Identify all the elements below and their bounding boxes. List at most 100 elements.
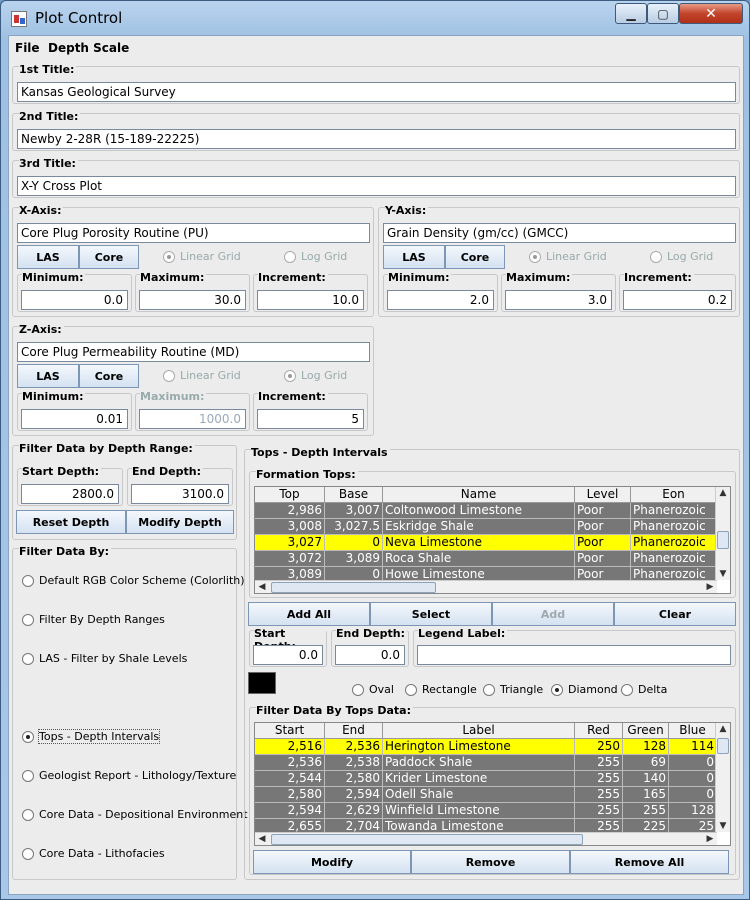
x-axis-name-field[interactable]: Core Plug Porosity Routine (PU): [17, 223, 370, 243]
first-title-field[interactable]: Kansas Geological Survey: [17, 82, 736, 102]
col-red[interactable]: Red: [575, 723, 623, 739]
add-all-button[interactable]: Add All: [248, 602, 370, 626]
scroll-down-icon[interactable]: ▼: [716, 821, 730, 831]
maximize-button[interactable]: ▢: [647, 3, 679, 24]
tops-end-field[interactable]: 0.0: [335, 645, 405, 665]
formation-tops-table[interactable]: Top Base Name Level Eon 2,986 3,007 Colton…: [254, 486, 731, 594]
clear-button[interactable]: Clear: [614, 602, 736, 626]
tops-hscroll-thumb[interactable]: [271, 582, 436, 593]
z-min-field[interactable]: 0.01: [21, 409, 128, 429]
x-core-button[interactable]: Core: [79, 245, 139, 269]
formation-row[interactable]: 3,072 3,089 Roca Shale Poor Phanerozoic: [255, 551, 717, 567]
y-linear-grid-radio[interactable]: Linear Grid: [529, 250, 607, 263]
z-axis-name-field[interactable]: Core Plug Permeability Routine (MD): [17, 342, 370, 362]
y-min-field[interactable]: 2.0: [387, 290, 494, 310]
modify-depth-button[interactable]: Modify Depth: [126, 510, 234, 534]
data-vscroll-thumb[interactable]: [717, 738, 729, 754]
tops-data-row[interactable]: 2,536 2,538 Paddock Shale 255 69 0: [255, 755, 717, 771]
tops-data-row[interactable]: 2,516 2,536 Herington Limestone 250 128 114: [255, 739, 717, 755]
y-axis-name-field[interactable]: Grain Density (gm/cc) (GMCC): [383, 223, 736, 243]
y-core-button[interactable]: Core: [445, 245, 505, 269]
filter-option-depositional-env[interactable]: Core Data - Depositional Environment: [22, 808, 248, 821]
col-start[interactable]: Start: [255, 723, 325, 739]
col-label[interactable]: Label: [383, 723, 575, 739]
select-button[interactable]: Select: [370, 602, 492, 626]
symbol-diamond-radio[interactable]: Diamond: [551, 683, 618, 696]
symbol-oval-radio[interactable]: Oval: [352, 683, 394, 696]
x-max-field[interactable]: 30.0: [139, 290, 246, 310]
filter-option-tops[interactable]: Tops - Depth Intervals: [22, 729, 161, 744]
filter-option-geologist-report[interactable]: Geologist Report - Lithology/Texture: [22, 769, 236, 782]
data-hscroll-thumb[interactable]: [271, 834, 583, 845]
col-end[interactable]: End: [325, 723, 383, 739]
close-button[interactable]: ✕: [679, 3, 743, 24]
tops-data-cell: 2,594: [325, 787, 383, 803]
filter-option-depth-ranges[interactable]: Filter By Depth Ranges: [22, 613, 165, 626]
scroll-up-icon[interactable]: ▲: [716, 724, 730, 734]
remove-all-button[interactable]: Remove All: [570, 850, 729, 874]
col-eon[interactable]: Eon: [631, 487, 717, 503]
z-inc-field[interactable]: 5: [257, 409, 364, 429]
col-blue[interactable]: Blue: [669, 723, 717, 739]
z-linear-grid-radio[interactable]: Linear Grid: [163, 369, 241, 382]
scroll-left-icon[interactable]: ◀: [255, 834, 269, 844]
col-base[interactable]: Base: [325, 487, 383, 503]
third-title-field[interactable]: X-Y Cross Plot: [17, 176, 736, 196]
second-title-field[interactable]: Newby 2-28R (15-189-22225): [17, 129, 736, 149]
x-min-field[interactable]: 0.0: [21, 290, 128, 310]
x-inc-field[interactable]: 10.0: [257, 290, 364, 310]
symbol-rectangle-radio[interactable]: Rectangle: [405, 683, 477, 696]
y-max-field[interactable]: 3.0: [505, 290, 612, 310]
remove-button[interactable]: Remove: [411, 850, 570, 874]
formation-row[interactable]: 3,008 3,027.5 Eskridge Shale Poor Phanerozoi…: [255, 519, 717, 535]
formation-row[interactable]: 3,027 0 Neva Limestone Poor Phanerozoic: [255, 535, 717, 551]
scroll-up-icon[interactable]: ▲: [716, 488, 730, 498]
tops-data-cell: Paddock Shale: [383, 755, 575, 771]
scroll-left-icon[interactable]: ◀: [255, 582, 269, 592]
tops-data-row[interactable]: 2,580 2,594 Odell Shale 255 165 0: [255, 787, 717, 803]
reset-depth-button[interactable]: Reset Depth: [16, 510, 126, 534]
filter-option-colorlith[interactable]: Default RGB Color Scheme (Colorlith): [22, 574, 245, 587]
col-green[interactable]: Green: [623, 723, 669, 739]
data-horizontal-scrollbar[interactable]: ◀ ▶: [255, 832, 717, 845]
add-button[interactable]: Add: [492, 602, 614, 626]
y-las-button[interactable]: LAS: [383, 245, 445, 269]
tops-start-field[interactable]: 0.0: [253, 645, 323, 665]
data-vertical-scrollbar[interactable]: ▲ ▼: [715, 723, 730, 832]
y-inc-field[interactable]: 0.2: [623, 290, 732, 310]
z-core-button[interactable]: Core: [79, 364, 139, 388]
x-linear-grid-radio[interactable]: Linear Grid: [163, 250, 241, 263]
legend-field[interactable]: [417, 645, 731, 665]
depth-start-field[interactable]: 2800.0: [21, 484, 119, 504]
menu-depth-scale[interactable]: Depth Scale: [48, 41, 129, 55]
minimize-button[interactable]: ▁: [615, 3, 647, 24]
scroll-right-icon[interactable]: ▶: [703, 834, 717, 844]
tops-data-table[interactable]: Start End Label Red Green Blue 2,516 2,53…: [254, 722, 731, 846]
tops-horizontal-scrollbar[interactable]: ◀ ▶: [255, 580, 717, 593]
tops-data-row[interactable]: 2,544 2,580 Krider Limestone 255 140 0: [255, 771, 717, 787]
x-log-grid-radio[interactable]: Log Grid: [284, 250, 347, 263]
menu-file[interactable]: File: [15, 41, 40, 55]
symbol-color-swatch[interactable]: [248, 672, 276, 694]
modify-button[interactable]: Modify: [253, 850, 411, 874]
filter-option-lithofacies[interactable]: Core Data - Lithofacies: [22, 847, 165, 860]
x-las-button[interactable]: LAS: [17, 245, 79, 269]
tops-vscroll-thumb[interactable]: [717, 531, 729, 549]
tops-vertical-scrollbar[interactable]: ▲ ▼: [715, 487, 730, 580]
filter-option-shale-levels[interactable]: LAS - Filter by Shale Levels: [22, 652, 187, 665]
scroll-right-icon[interactable]: ▶: [703, 582, 717, 592]
y-log-grid-radio[interactable]: Log Grid: [650, 250, 713, 263]
symbol-triangle-radio[interactable]: Triangle: [483, 683, 543, 696]
col-name[interactable]: Name: [383, 487, 575, 503]
tops-data-row[interactable]: 2,594 2,629 Winfield Limestone 255 255 128: [255, 803, 717, 819]
col-top[interactable]: Top: [255, 487, 325, 503]
col-level[interactable]: Level: [575, 487, 631, 503]
scroll-down-icon[interactable]: ▼: [716, 569, 730, 579]
title-bar[interactable]: Plot Control ▁ ▢ ✕: [1, 1, 749, 35]
formation-row[interactable]: 2,986 3,007 Coltonwood Limestone Poor Phaner…: [255, 503, 717, 519]
z-max-field[interactable]: 1000.0: [139, 409, 246, 429]
z-las-button[interactable]: LAS: [17, 364, 79, 388]
depth-end-field[interactable]: 3100.0: [131, 484, 229, 504]
symbol-delta-radio[interactable]: Delta: [621, 683, 667, 696]
z-log-grid-radio[interactable]: Log Grid: [284, 369, 347, 382]
